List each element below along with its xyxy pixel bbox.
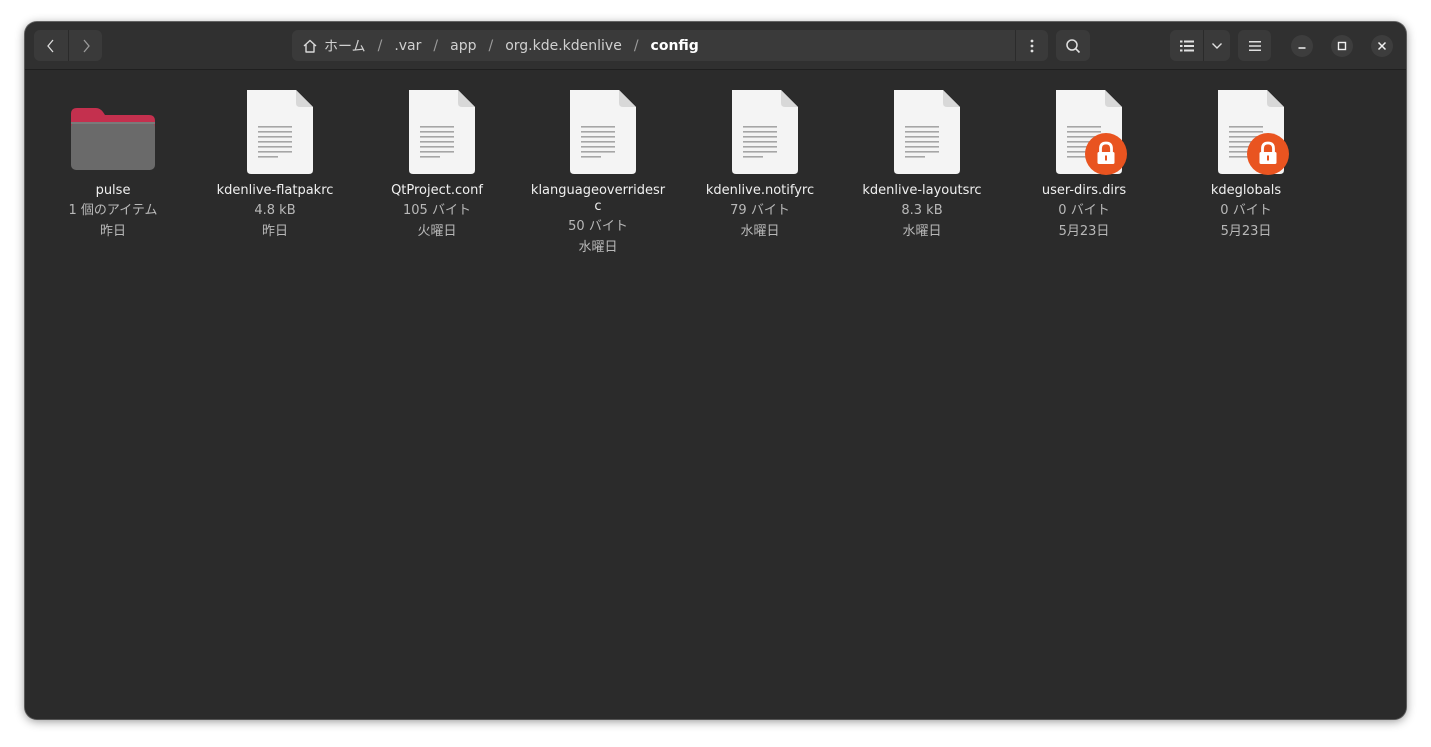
file-thumbnail [392, 88, 482, 178]
text-file-icon [409, 90, 475, 174]
file-name: kdenlive-layoutsrc [862, 183, 982, 198]
breadcrumb-separator: / [433, 37, 439, 54]
view-options-dropdown[interactable] [1203, 30, 1230, 61]
close-button[interactable] [1371, 35, 1393, 57]
text-file-icon [570, 90, 636, 174]
file-manager-window: ホーム / .var / app / org.kde.kdenlive / co… [25, 22, 1406, 719]
text-file-icon [732, 90, 798, 174]
file-thumbnail [1039, 88, 1129, 178]
file-item-user-dirs-dirs[interactable]: user-dirs.dirs 0 バイト 5月23日 [1004, 88, 1164, 242]
file-size: 50 バイト [568, 219, 628, 234]
back-button[interactable] [34, 30, 68, 61]
file-date: 水曜日 [740, 224, 780, 239]
breadcrumb-current[interactable]: config [647, 38, 703, 54]
file-thumbnail [1201, 88, 1291, 178]
file-thumbnail [553, 88, 643, 178]
home-icon [303, 39, 317, 53]
file-size: 0 バイト [1058, 203, 1110, 218]
file-item-klanguageoverridesrc[interactable]: klanguageoverridesrc 50 バイト 水曜日 [518, 88, 678, 258]
folder-icon [71, 108, 155, 170]
file-name: pulse [95, 183, 131, 198]
file-thumbnail [877, 88, 967, 178]
breadcrumb-separator: / [633, 37, 639, 54]
file-name: klanguageoverridesrc [530, 183, 666, 214]
file-thumbnail [68, 88, 158, 178]
minimize-icon [1298, 47, 1306, 49]
path-menu-button[interactable] [1015, 30, 1048, 61]
file-item-kdenlive-notifyrc[interactable]: kdenlive.notifyrc 79 バイト 水曜日 [680, 88, 840, 242]
breadcrumb-app[interactable]: app [446, 38, 480, 54]
file-grid: pulse 1 個のアイテム 昨日 kdenlive-flatpakrc 4.8… [25, 70, 1406, 719]
file-item-kdenlive-flatpakrc[interactable]: kdenlive-flatpakrc 4.8 kB 昨日 [195, 88, 355, 242]
list-view-icon [1179, 40, 1194, 51]
minimize-button[interactable] [1291, 35, 1313, 57]
path-bar: ホーム / .var / app / org.kde.kdenlive / co… [292, 30, 1048, 61]
file-item-kdenlive-layoutsrc[interactable]: kdenlive-layoutsrc 8.3 kB 水曜日 [842, 88, 1002, 242]
breadcrumb-separator: / [488, 37, 494, 54]
chevron-down-icon [1212, 42, 1222, 49]
file-name: kdeglobals [1210, 183, 1282, 198]
file-date: 火曜日 [417, 224, 457, 239]
file-thumbnail [715, 88, 805, 178]
file-date: 水曜日 [902, 224, 942, 239]
file-item-kdeglobals[interactable]: kdeglobals 0 バイト 5月23日 [1166, 88, 1326, 242]
file-size: 79 バイト [730, 203, 790, 218]
chevron-right-icon [83, 39, 90, 52]
lock-icon [1085, 133, 1127, 175]
file-date: 水曜日 [578, 240, 618, 255]
file-date: 昨日 [261, 224, 288, 239]
hamburger-menu-icon [1248, 40, 1261, 51]
search-icon [1066, 38, 1081, 53]
file-size: 4.8 kB [254, 203, 296, 218]
breadcrumb-home-label: ホーム [324, 38, 366, 55]
breadcrumb-home[interactable]: ホーム [292, 36, 370, 56]
file-item-pulse[interactable]: pulse 1 個のアイテム 昨日 [33, 88, 193, 242]
file-size: 1 個のアイテム [68, 203, 158, 218]
forward-button[interactable] [68, 30, 102, 61]
breadcrumb-var[interactable]: .var [390, 38, 425, 54]
lock-icon [1247, 133, 1289, 175]
breadcrumb-org-kde-kdenlive[interactable]: org.kde.kdenlive [501, 38, 626, 54]
file-name: user-dirs.dirs [1041, 183, 1127, 198]
main-menu-button[interactable] [1238, 30, 1271, 61]
file-name: QtProject.conf [391, 183, 483, 198]
navigation-buttons [34, 30, 102, 61]
search-button[interactable] [1056, 30, 1090, 61]
file-size: 8.3 kB [901, 203, 943, 218]
file-date: 昨日 [99, 224, 126, 239]
header-bar: ホーム / .var / app / org.kde.kdenlive / co… [25, 22, 1406, 70]
file-date: 5月23日 [1058, 224, 1110, 239]
chevron-left-icon [47, 39, 54, 52]
file-size: 0 バイト [1220, 203, 1272, 218]
kebab-menu-icon [1030, 39, 1034, 52]
text-file-icon [247, 90, 313, 174]
maximize-button[interactable] [1331, 35, 1353, 57]
file-date: 5月23日 [1220, 224, 1272, 239]
close-icon [1377, 41, 1387, 51]
file-item-qtproject-conf[interactable]: QtProject.conf 105 バイト 火曜日 [357, 88, 517, 242]
file-thumbnail [230, 88, 320, 178]
file-name: kdenlive-flatpakrc [216, 183, 334, 198]
view-controls [1170, 30, 1230, 61]
file-size: 105 バイト [403, 203, 471, 218]
text-file-icon [894, 90, 960, 174]
file-name: kdenlive.notifyrc [705, 183, 815, 198]
maximize-icon [1337, 41, 1347, 51]
list-view-button[interactable] [1170, 30, 1203, 61]
breadcrumb-separator: / [377, 37, 383, 54]
